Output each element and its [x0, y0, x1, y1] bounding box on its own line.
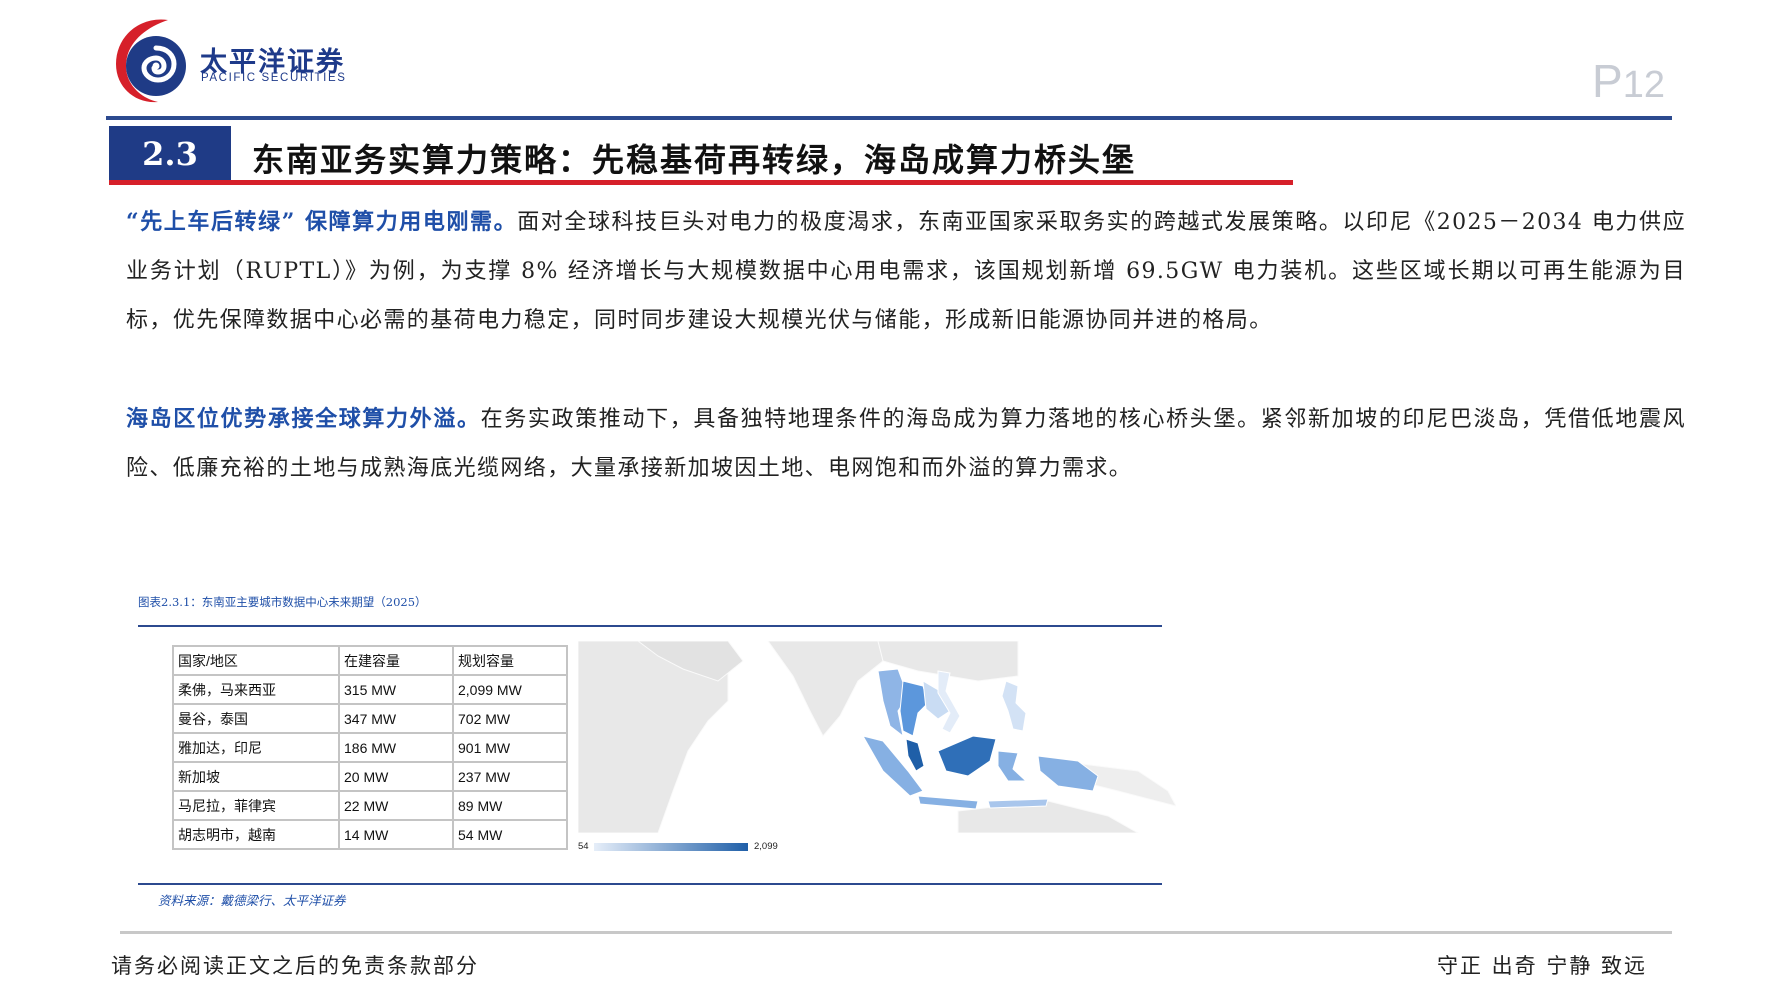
table-cell: 22 MW: [338, 790, 454, 821]
table-header: 国家/地区: [172, 645, 340, 676]
table-cell: 20 MW: [338, 761, 454, 792]
southeast-asia-map: [578, 641, 1176, 833]
figure-source: 资料来源：戴德梁行、太平洋证券: [158, 893, 346, 908]
section-title: 东南亚务实算力策略：先稳基荷再转绿，海岛成算力桥头堡: [252, 141, 1137, 179]
brand-name-en: PACIFIC SECURITIES: [201, 72, 347, 84]
paragraph-1: “先上车后转绿” 保障算力用电刚需。面对全球科技巨头对电力的极度渴求，东南亚国家…: [126, 198, 1686, 345]
table-cell: 702 MW: [452, 703, 568, 734]
header-divider: [106, 116, 1672, 120]
paragraph-2: 海岛区位优势承接全球算力外溢。在务实政策推动下，具备独特地理条件的海岛成为算力落…: [126, 395, 1686, 493]
paragraph-1-highlight: “先上车后转绿” 保障算力用电刚需。: [126, 209, 518, 235]
legend-min-label: 54: [578, 841, 589, 852]
table-cell: 2,099 MW: [452, 674, 568, 705]
table-row: 胡志明市，越南 14 MW 54 MW: [172, 819, 568, 850]
table-cell: 901 MW: [452, 732, 568, 763]
table-row: 马尼拉，菲律宾 22 MW 89 MW: [172, 790, 568, 821]
paragraph-2-highlight: 海岛区位优势承接全球算力外溢。: [126, 406, 481, 432]
table-cell: 马尼拉，菲律宾: [172, 790, 340, 821]
table-row: 柔佛，马来西亚 315 MW 2,099 MW: [172, 674, 568, 705]
figure-bottom-rule: [138, 883, 1162, 885]
table-cell: 54 MW: [452, 819, 568, 850]
data-center-capacity-table: 国家/地区 在建容量 规划容量 柔佛，马来西亚 315 MW 2,099 MW …: [172, 645, 568, 850]
table-cell: 胡志明市，越南: [172, 819, 340, 850]
page-number: P12: [1592, 58, 1665, 104]
table-cell: 曼谷，泰国: [172, 703, 340, 734]
table-header: 在建容量: [338, 645, 454, 676]
table-cell: 186 MW: [338, 732, 454, 763]
map-east-indonesia: [987, 798, 1049, 809]
table-header-row: 国家/地区 在建容量 规划容量: [172, 645, 568, 676]
table-cell: 89 MW: [452, 790, 568, 821]
table-cell: 315 MW: [338, 674, 454, 705]
table-header: 规划容量: [452, 645, 568, 676]
footer-motto: 守正 出奇 宁静 致远: [1437, 954, 1648, 978]
table-cell: 347 MW: [338, 703, 454, 734]
table-row: 雅加达，印尼 186 MW 901 MW: [172, 732, 568, 763]
table-cell: 柔佛，马来西亚: [172, 674, 340, 705]
footer-divider: [120, 931, 1672, 934]
page-prefix: P: [1592, 55, 1623, 107]
page-number-value: 12: [1622, 64, 1665, 106]
section-underline: [109, 180, 1293, 185]
legend-color-scale: [594, 843, 748, 851]
section-number: 2.3: [109, 126, 231, 182]
table-row: 新加坡 20 MW 237 MW: [172, 761, 568, 792]
figure-caption: 图表2.3.1：东南亚主要城市数据中心未来期望（2025）: [138, 595, 427, 609]
footer-disclaimer: 请务必阅读正文之后的免责条款部分: [111, 954, 479, 978]
figure-top-rule: [138, 625, 1162, 627]
legend-max-label: 2,099: [754, 841, 778, 852]
table-cell: 14 MW: [338, 819, 454, 850]
table-cell: 237 MW: [452, 761, 568, 792]
table-cell: 雅加达，印尼: [172, 732, 340, 763]
table-cell: 新加坡: [172, 761, 340, 792]
pacific-securities-logo-icon: [116, 19, 186, 103]
table-row: 曼谷，泰国 347 MW 702 MW: [172, 703, 568, 734]
